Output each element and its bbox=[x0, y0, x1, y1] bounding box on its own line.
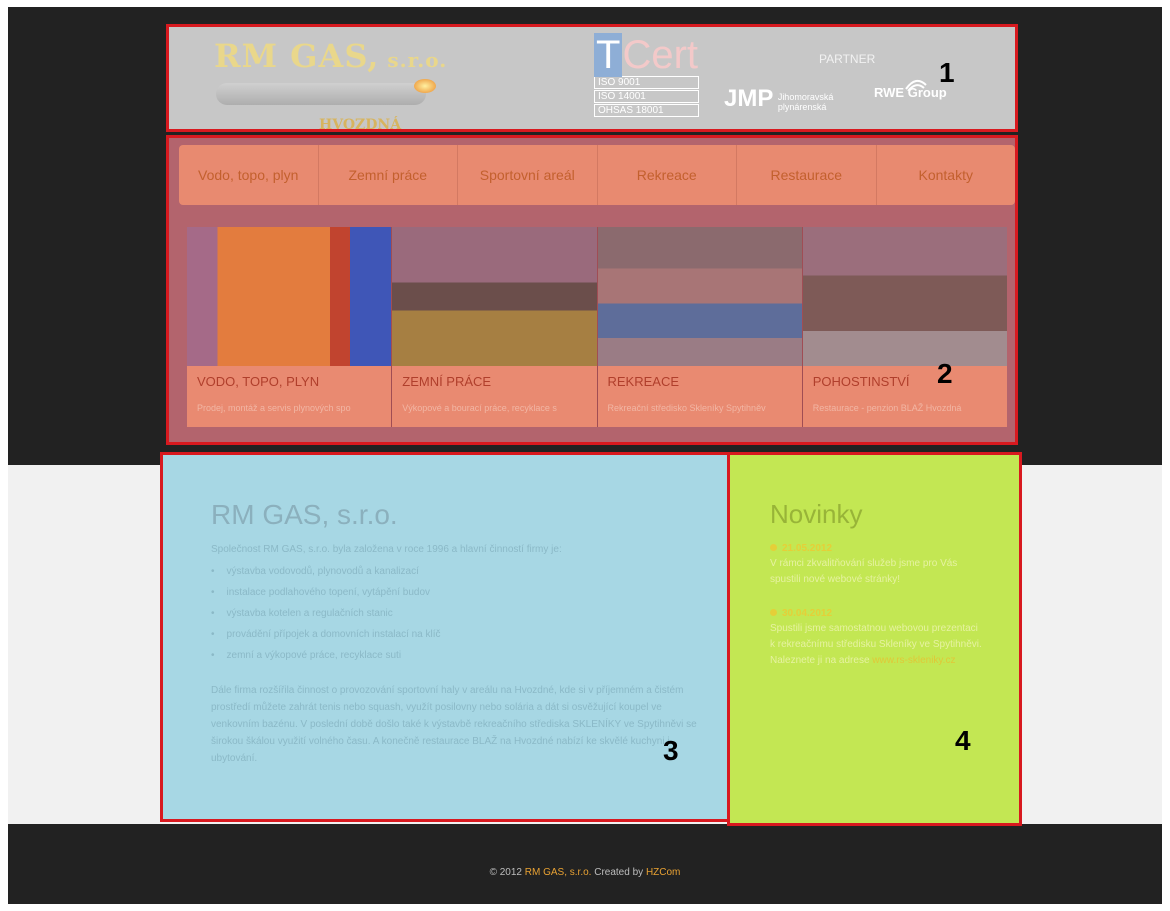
iso-9001: ISO 9001 bbox=[594, 76, 699, 89]
brand-suffix: s.r.o. bbox=[379, 48, 448, 72]
slide-desc: Výkopové a bourací práce, recyklace s bbox=[402, 403, 557, 413]
nav-item-kontakty[interactable]: Kontakty bbox=[875, 145, 1016, 205]
tcert-cert: Cert bbox=[622, 33, 699, 77]
slide-desc: Rekreační středisko Skleníky Spytihněv bbox=[607, 403, 766, 413]
list-item: instalace podlahového topení, vytápění b… bbox=[211, 582, 441, 603]
region-label-1: 1 bbox=[939, 57, 955, 88]
list-item: zemní a výkopové práce, recyklace suti bbox=[211, 645, 441, 666]
company-logo[interactable]: RM GAS, s.r.o. HVOZDNÁ bbox=[214, 37, 448, 133]
navigation-region: Vodo, topo, plyn Zemní práce Sportovní a… bbox=[166, 135, 1018, 445]
slide-title: POHOSTINSTVÍ bbox=[812, 374, 910, 389]
main-intro: Společnost RM GAS, s.r.o. byla založena … bbox=[211, 544, 562, 555]
slide-rekreace[interactable]: REKREACE Rekreační středisko Skleníky Sp… bbox=[597, 227, 803, 427]
page-frame: RM GAS, s.r.o. HVOZDNÁ TCert ISO 9001 IS… bbox=[8, 7, 1162, 904]
header-region: RM GAS, s.r.o. HVOZDNÁ TCert ISO 9001 IS… bbox=[166, 24, 1018, 133]
news-link[interactable]: www.rs-skleniky.cz bbox=[872, 655, 955, 666]
news-item: 30.04.2012 Spustili jsme samostatnou web… bbox=[770, 608, 985, 669]
news-date: 30.04.2012 bbox=[770, 608, 985, 619]
iso-14001: ISO 14001 bbox=[594, 90, 699, 103]
pool-image bbox=[597, 227, 802, 366]
list-item: výstavba kotelen a regulačních stanic bbox=[211, 603, 441, 624]
rwe-logo[interactable]: RWE Group bbox=[874, 79, 947, 100]
jmp-big: JMP bbox=[724, 85, 774, 112]
fire-image bbox=[187, 227, 392, 366]
tcert-logo: TCert ISO 9001 ISO 14001 OHSAS 18001 bbox=[594, 33, 699, 117]
brand-name: RM GAS, bbox=[214, 37, 380, 75]
footer-company-link[interactable]: RM GAS, s.r.o. bbox=[525, 867, 592, 878]
news-text: V rámci zkvalitňování služeb jsme pro Vá… bbox=[770, 558, 958, 585]
slide-caption: REKREACE Rekreační středisko Skleníky Sp… bbox=[597, 366, 802, 427]
footer-prefix: © 2012 bbox=[489, 867, 525, 878]
nav-item-restaurace[interactable]: Restaurace bbox=[736, 145, 876, 205]
list-item: provádění přípojek a domovních instalací… bbox=[211, 624, 441, 645]
slide-title: REKREACE bbox=[607, 374, 680, 389]
jmp-logo[interactable]: JMP Jihomoravská plynárenská bbox=[724, 85, 833, 113]
nav-item-sport[interactable]: Sportovní areál bbox=[457, 145, 597, 205]
slide-title: VODO, TOPO, PLYN bbox=[197, 374, 320, 389]
rwe-label: RWE bbox=[874, 85, 905, 100]
slide-desc: Prodej, montáž a servis plynových spo bbox=[197, 403, 351, 413]
services-list: výstavba vodovodů, plynovodů a kanalizac… bbox=[211, 561, 441, 666]
flame-icon bbox=[414, 79, 436, 93]
slide-title: ZEMNÍ PRÁCE bbox=[402, 374, 492, 389]
footer-background bbox=[8, 824, 1162, 904]
news-region: Novinky 21.05.2012 V rámci zkvalitňování… bbox=[727, 452, 1022, 826]
news-title: Novinky bbox=[770, 499, 863, 529]
rwe-swirl-icon bbox=[905, 79, 927, 92]
pipe-graphic bbox=[216, 83, 426, 105]
partner-label: PARTNER bbox=[819, 52, 876, 66]
nav-item-rekreace[interactable]: Rekreace bbox=[596, 145, 737, 205]
slide-desc: Restaurace - penzion BLAŽ Hvozdná bbox=[812, 403, 962, 413]
slide-pohostinstvi[interactable]: POHOSTINSTVÍ Restaurace - penzion BLAŽ H… bbox=[802, 227, 1007, 427]
news-item: 21.05.2012 V rámci zkvalitňování služeb … bbox=[770, 543, 985, 588]
jmp-small: Jihomoravská plynárenská bbox=[777, 91, 834, 112]
slide-caption: ZEMNÍ PRÁCE Výkopové a bourací práce, re… bbox=[392, 366, 597, 427]
tcert-t: T bbox=[594, 33, 623, 77]
nav-item-vodo[interactable]: Vodo, topo, plyn bbox=[179, 145, 318, 205]
feature-slides: VODO, TOPO, PLYN Prodej, montáž a servis… bbox=[187, 227, 1007, 427]
news-date: 21.05.2012 bbox=[770, 543, 985, 554]
excavator-image bbox=[392, 227, 597, 366]
slide-vodo[interactable]: VODO, TOPO, PLYN Prodej, montáž a servis… bbox=[187, 227, 393, 427]
main-nav: Vodo, topo, plyn Zemní práce Sportovní a… bbox=[179, 145, 1015, 205]
main-title: RM GAS, s.r.o. bbox=[211, 499, 398, 530]
region-label-2: 2 bbox=[937, 358, 953, 389]
footer: © 2012 RM GAS, s.r.o. Created by HZCom bbox=[8, 867, 1162, 878]
ohsas-18001: OHSAS 18001 bbox=[594, 104, 699, 117]
news-text: Spustili jsme samostatnou webovou prezen… bbox=[770, 623, 982, 666]
region-label-3: 3 bbox=[663, 735, 679, 766]
restaurant-image bbox=[802, 227, 1007, 366]
slide-caption: POHOSTINSTVÍ Restaurace - penzion BLAŽ H… bbox=[802, 366, 1007, 427]
nav-item-zemni[interactable]: Zemní práce bbox=[317, 145, 458, 205]
main-content-region: RM GAS, s.r.o. Společnost RM GAS, s.r.o.… bbox=[160, 452, 732, 822]
list-item: výstavba vodovodů, plynovodů a kanalizac… bbox=[211, 561, 441, 582]
footer-created: Created by bbox=[591, 867, 646, 878]
brand-town: HVOZDNÁ bbox=[319, 117, 402, 133]
slide-caption: VODO, TOPO, PLYN Prodej, montáž a servis… bbox=[187, 366, 392, 427]
footer-author-link[interactable]: HZCom bbox=[646, 867, 680, 878]
slide-zemni[interactable]: ZEMNÍ PRÁCE Výkopové a bourací práce, re… bbox=[392, 227, 598, 427]
region-label-4: 4 bbox=[955, 725, 971, 756]
main-paragraph: Dále firma rozšířila činnost o provozová… bbox=[211, 685, 697, 764]
